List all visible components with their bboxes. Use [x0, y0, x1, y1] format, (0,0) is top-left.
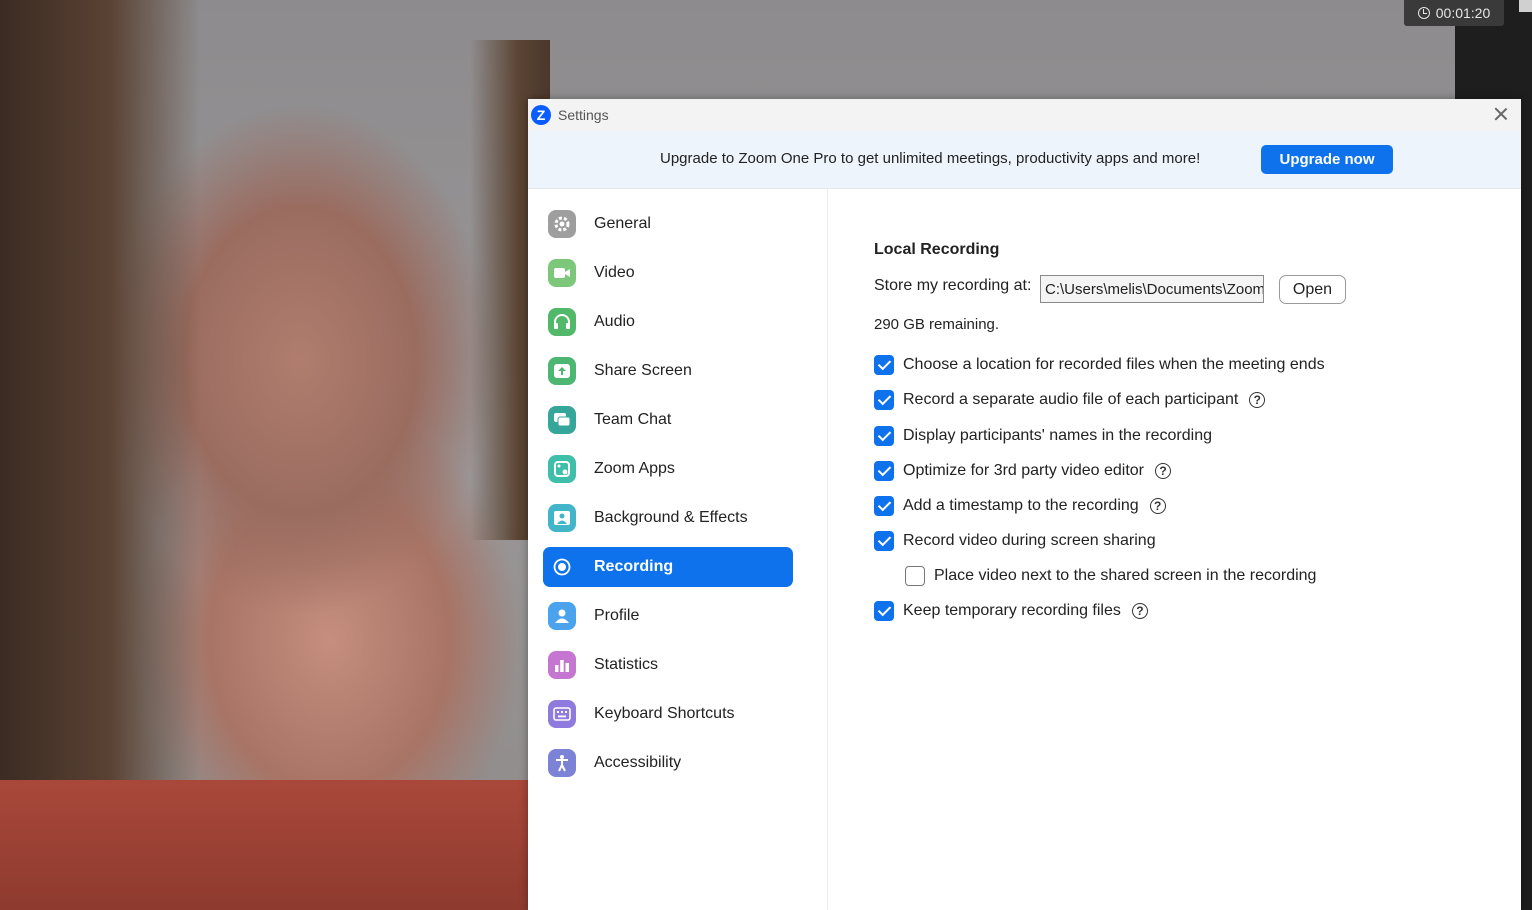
- timer-text: 00:01:20: [1435, 5, 1491, 21]
- sidebar-item-label: Zoom Apps: [594, 460, 675, 477]
- video-camera-icon: [548, 259, 576, 287]
- store-location-label: Store my recording at:: [874, 277, 1032, 294]
- banner-text: Upgrade to Zoom One Pro to get unlimited…: [660, 150, 1201, 167]
- sidebar-item-label: Team Chat: [594, 411, 672, 428]
- recording-option: Record a separate audio file of each par…: [874, 390, 1266, 410]
- option-label: Place video next to the shared screen in…: [934, 567, 1317, 584]
- sidebar-item-audio[interactable]: Audio: [543, 302, 793, 342]
- recording-option: Record video during screen sharing: [874, 531, 1156, 551]
- checkbox[interactable]: [874, 390, 894, 410]
- sidebar-item-label: Recording: [594, 558, 674, 575]
- statistics-icon: [548, 651, 576, 679]
- sidebar-item-accessibility[interactable]: Accessibility: [543, 743, 793, 783]
- sidebar-item-video[interactable]: Video: [543, 253, 793, 293]
- open-folder-button[interactable]: Open: [1279, 275, 1346, 304]
- sidebar-item-general[interactable]: General: [543, 204, 793, 244]
- help-icon[interactable]: ?: [1249, 392, 1266, 408]
- checkbox[interactable]: [874, 531, 894, 551]
- sidebar-item-label: General: [594, 215, 651, 232]
- recording-path-field[interactable]: C:\Users\melis\Documents\Zoom: [1040, 275, 1264, 303]
- recording-option: Add a timestamp to the recording?: [874, 496, 1166, 516]
- upgrade-now-button[interactable]: Upgrade now: [1261, 145, 1393, 174]
- storage-remaining: 290 GB remaining.: [874, 316, 1000, 333]
- sidebar-item-label: Keyboard Shortcuts: [594, 705, 735, 722]
- headphones-icon: [548, 308, 576, 336]
- sidebar-item-label: Statistics: [594, 656, 659, 673]
- option-label: Choose a location for recorded files whe…: [903, 356, 1325, 373]
- recording-option: Display participants' names in the recor…: [874, 426, 1212, 446]
- option-label: Record a separate audio file of each par…: [903, 391, 1239, 408]
- upgrade-banner: Upgrade to Zoom One Pro to get unlimited…: [528, 131, 1521, 189]
- sidebar-item-keyboard-shortcuts[interactable]: Keyboard Shortcuts: [543, 694, 793, 734]
- accessibility-icon: [548, 749, 576, 777]
- recording-option: Optimize for 3rd party video editor?: [874, 461, 1171, 481]
- sidebar-item-label: Accessibility: [594, 754, 682, 771]
- option-label: Display participants' names in the recor…: [903, 427, 1212, 444]
- sidebar-item-label: Audio: [594, 313, 635, 330]
- checkbox[interactable]: [874, 355, 894, 375]
- option-label: Optimize for 3rd party video editor: [903, 462, 1144, 479]
- record-icon: [548, 553, 576, 581]
- option-label: Add a timestamp to the recording: [903, 497, 1139, 514]
- sidebar-item-statistics[interactable]: Statistics: [543, 645, 793, 685]
- keyboard-icon: [548, 700, 576, 728]
- sidebar-item-label: Video: [594, 264, 635, 281]
- checkbox[interactable]: [874, 461, 894, 481]
- zoom-apps-icon: [548, 455, 576, 483]
- video-shirt: [0, 780, 560, 910]
- sidebar-item-label: Profile: [594, 607, 640, 624]
- sidebar-item-recording[interactable]: Recording: [543, 547, 793, 587]
- recording-option: Choose a location for recorded files whe…: [874, 355, 1325, 375]
- settings-window: Z Settings Upgrade to Zoom One Pro to ge…: [528, 99, 1521, 910]
- help-icon[interactable]: ?: [1149, 498, 1166, 514]
- sidebar-item-team-chat[interactable]: Team Chat: [543, 400, 793, 440]
- section-title: Local Recording: [874, 241, 1000, 258]
- profile-icon: [548, 602, 576, 630]
- gear-icon: [548, 210, 576, 238]
- help-icon[interactable]: ?: [1155, 463, 1171, 479]
- checkbox[interactable]: [905, 566, 925, 586]
- background-icon: [548, 504, 576, 532]
- window-control-icon[interactable]: [1519, 0, 1532, 12]
- close-icon[interactable]: [1493, 106, 1509, 122]
- share-screen-icon: [548, 357, 576, 385]
- checkbox[interactable]: [874, 496, 894, 516]
- recording-settings-panel: Local Recording Store my recording at: C…: [828, 189, 1521, 910]
- checkbox[interactable]: [874, 601, 894, 621]
- sidebar-item-background-effects[interactable]: Background & Effects: [543, 498, 793, 538]
- chat-icon: [548, 406, 576, 434]
- checkbox[interactable]: [874, 426, 894, 446]
- sidebar-item-zoom-apps[interactable]: Zoom Apps: [543, 449, 793, 489]
- window-title: Settings: [558, 107, 609, 123]
- clock-icon: [1417, 7, 1430, 19]
- title-bar: Z Settings: [528, 99, 1521, 131]
- sidebar-item-label: Background & Effects: [594, 509, 748, 526]
- recording-option: Place video next to the shared screen in…: [905, 566, 1316, 586]
- recording-timer: 00:01:20: [1404, 0, 1504, 26]
- recording-option: Keep temporary recording files?: [874, 601, 1148, 621]
- settings-sidebar: General Video Audio Share Screen Team Chat Zo…: [528, 189, 828, 910]
- sidebar-item-label: Share Screen: [594, 362, 692, 379]
- sidebar-item-share-screen[interactable]: Share Screen: [543, 351, 793, 391]
- video-hair-left: [0, 0, 200, 910]
- sidebar-item-profile[interactable]: Profile: [543, 596, 793, 636]
- option-label: Keep temporary recording files: [903, 602, 1121, 619]
- help-icon[interactable]: ?: [1131, 603, 1148, 619]
- option-label: Record video during screen sharing: [903, 532, 1156, 549]
- zoom-logo-icon: Z: [531, 105, 551, 125]
